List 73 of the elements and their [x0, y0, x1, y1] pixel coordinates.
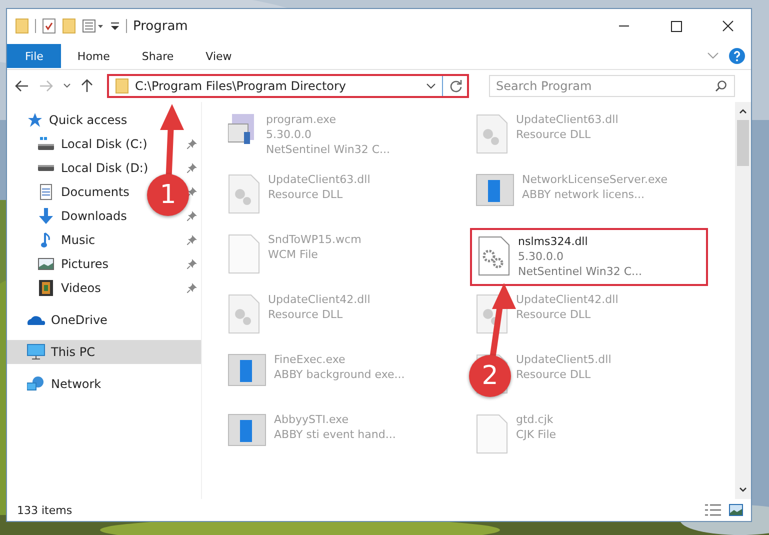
file-name: nslms324.dll: [518, 234, 589, 249]
drive-icon: [38, 164, 54, 172]
nav-item[interactable]: Quick access: [7, 108, 201, 132]
nav-item[interactable]: Music: [37, 228, 96, 252]
application-icon: [228, 414, 266, 446]
gear-file-icon: [478, 236, 510, 276]
application-icon: [476, 174, 514, 206]
dll-file-icon: [228, 174, 260, 214]
file-item[interactable]: nslms324.dll 5.30.0.0 NetSentinel Win32 C...: [470, 228, 708, 286]
drive-icon: [38, 137, 54, 151]
nav-item[interactable]: Pictures: [37, 252, 109, 276]
dll-file-icon: [228, 294, 260, 334]
checklist-icon[interactable]: [42, 18, 56, 34]
dll-file-icon: [476, 114, 508, 154]
help-icon[interactable]: [729, 48, 745, 64]
file-detail: ABBY network licens...: [522, 187, 646, 202]
folder-icon: [115, 78, 129, 94]
picture-icon: [38, 258, 54, 270]
back-arrow-icon[interactable]: [15, 80, 29, 92]
ribbon-tab[interactable]: Share: [126, 44, 190, 68]
file-detail: NetSentinel Win32 C...: [266, 142, 390, 157]
nav-item[interactable]: Network: [7, 372, 201, 396]
item-count: 133 items: [17, 504, 72, 516]
nav-item[interactable]: Local Disk (D:): [37, 156, 148, 180]
music-note-icon: [41, 232, 51, 248]
ribbon-tab[interactable]: Home: [61, 44, 126, 68]
dropdown-icon[interactable]: [110, 20, 120, 32]
monitor-icon: [27, 344, 45, 360]
search-icon: [715, 80, 727, 92]
file-detail: Resource DLL: [516, 307, 592, 322]
large-icons-view-icon[interactable]: [729, 504, 743, 516]
network-icon: [27, 376, 45, 392]
chevron-icon[interactable]: [426, 83, 436, 89]
scroll-down-icon[interactable]: [739, 487, 747, 493]
file-icon: [228, 234, 260, 274]
ribbon-tab[interactable]: File: [7, 44, 62, 68]
properties-icon[interactable]: [82, 19, 104, 33]
file-detail: Resource DLL: [268, 307, 344, 322]
scrollbar[interactable]: [735, 102, 751, 499]
file-detail: CJK File: [516, 427, 556, 442]
document-icon: [40, 184, 52, 200]
file-detail: Resource DLL: [516, 367, 592, 382]
file-detail: NetSentinel Win32 C...: [518, 264, 642, 279]
details-view-icon[interactable]: [705, 504, 721, 516]
file-detail: 5.30.0.0: [518, 249, 564, 264]
nav-item[interactable]: Downloads: [37, 204, 127, 228]
file-detail: Resource DLL: [268, 187, 344, 202]
application-icon: [228, 354, 266, 386]
ribbon-tab[interactable]: View: [190, 44, 248, 68]
scroll-thumb[interactable]: [737, 120, 749, 166]
film-icon: [39, 280, 53, 296]
nav-item[interactable]: OneDrive: [7, 308, 201, 332]
file-detail: 5.30.0.0: [266, 127, 312, 142]
file-detail: ABBY sti event hand...: [274, 427, 396, 442]
refresh-icon[interactable]: [449, 79, 463, 93]
nav-item[interactable]: Documents: [37, 180, 130, 204]
down-arrow-icon: [39, 208, 53, 224]
cloud-icon: [27, 315, 45, 325]
window-title: Program: [133, 18, 188, 34]
file-detail: WCM File: [268, 247, 319, 262]
nav-item[interactable]: This PC: [7, 340, 201, 364]
address-bar[interactable]: C:\Program Files\Program Directory: [107, 74, 469, 98]
up-arrow-icon[interactable]: [81, 79, 93, 93]
file-icon: [476, 414, 508, 454]
search-field[interactable]: Search Program: [489, 75, 735, 97]
address-path: C:\Program Files\Program Directory: [135, 79, 348, 93]
scroll-up-icon[interactable]: [739, 108, 747, 114]
file-detail: ABBY background exe...: [274, 367, 405, 382]
chevron-icon[interactable]: [63, 83, 71, 89]
nav-item[interactable]: Videos: [37, 276, 101, 300]
file-detail: Resource DLL: [516, 127, 592, 142]
nav-item[interactable]: Local Disk (C:): [37, 132, 148, 156]
star-icon: [27, 112, 43, 128]
